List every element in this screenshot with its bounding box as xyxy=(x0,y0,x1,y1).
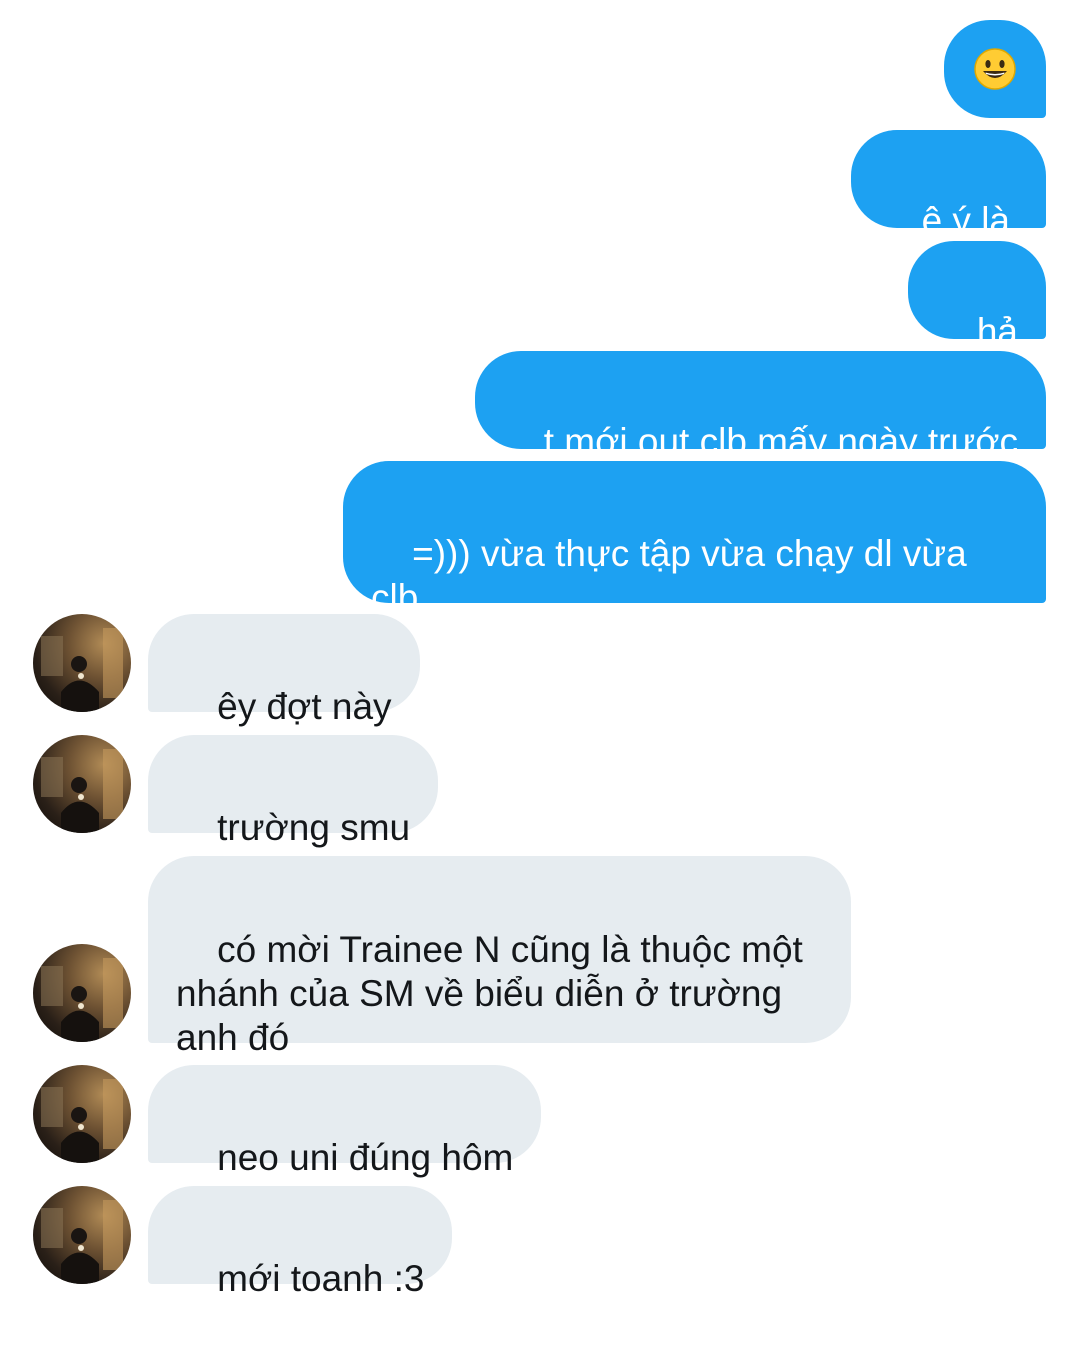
avatar[interactable] xyxy=(33,1186,131,1284)
message-text: ê ý là xyxy=(921,200,1010,241)
message-text: trường smu xyxy=(217,807,411,848)
avatar[interactable] xyxy=(33,944,131,1042)
avatar[interactable] xyxy=(33,1065,131,1163)
person-silhouette-icon xyxy=(41,628,123,712)
message-text: mới toanh :3 xyxy=(217,1258,425,1299)
sent-message-emoji[interactable] xyxy=(944,20,1046,118)
message-text: có mời Trainee N cũng là thuộc một nhánh… xyxy=(176,929,803,1058)
sent-message[interactable]: hả xyxy=(907,241,1046,352)
received-message[interactable]: có mời Trainee N cũng là thuộc một nhánh… xyxy=(148,856,851,1058)
person-silhouette-icon xyxy=(41,1079,123,1163)
avatar[interactable] xyxy=(33,735,131,833)
message-text: t mới out clb mấy ngày trước xyxy=(543,421,1018,462)
grinning-face-icon xyxy=(974,48,1016,90)
avatar[interactable] xyxy=(33,614,131,712)
message-text: êy đợt này xyxy=(217,686,392,727)
received-message[interactable]: trường smu xyxy=(148,735,439,848)
received-message[interactable]: êy đợt này xyxy=(148,614,420,727)
message-text: hả xyxy=(976,311,1018,352)
person-silhouette-icon xyxy=(41,958,123,1042)
conversation-thread: ê ý là hả t mới out clb mấy ngày trước =… xyxy=(0,0,1080,1299)
sent-message[interactable]: t mới out clb mấy ngày trước xyxy=(474,351,1046,462)
person-silhouette-icon xyxy=(41,1200,123,1284)
received-message[interactable]: mới toanh :3 xyxy=(148,1186,453,1299)
message-text: neo uni đúng hôm xyxy=(217,1137,514,1178)
person-silhouette-icon xyxy=(41,749,123,833)
received-message[interactable]: neo uni đúng hôm xyxy=(148,1065,542,1178)
sent-message[interactable]: =))) vừa thực tập vừa chạy dl vừa clb sa… xyxy=(343,461,1046,662)
sent-message[interactable]: ê ý là xyxy=(851,130,1046,241)
message-text: =))) vừa thực tập vừa chạy dl vừa clb sa… xyxy=(371,533,967,662)
